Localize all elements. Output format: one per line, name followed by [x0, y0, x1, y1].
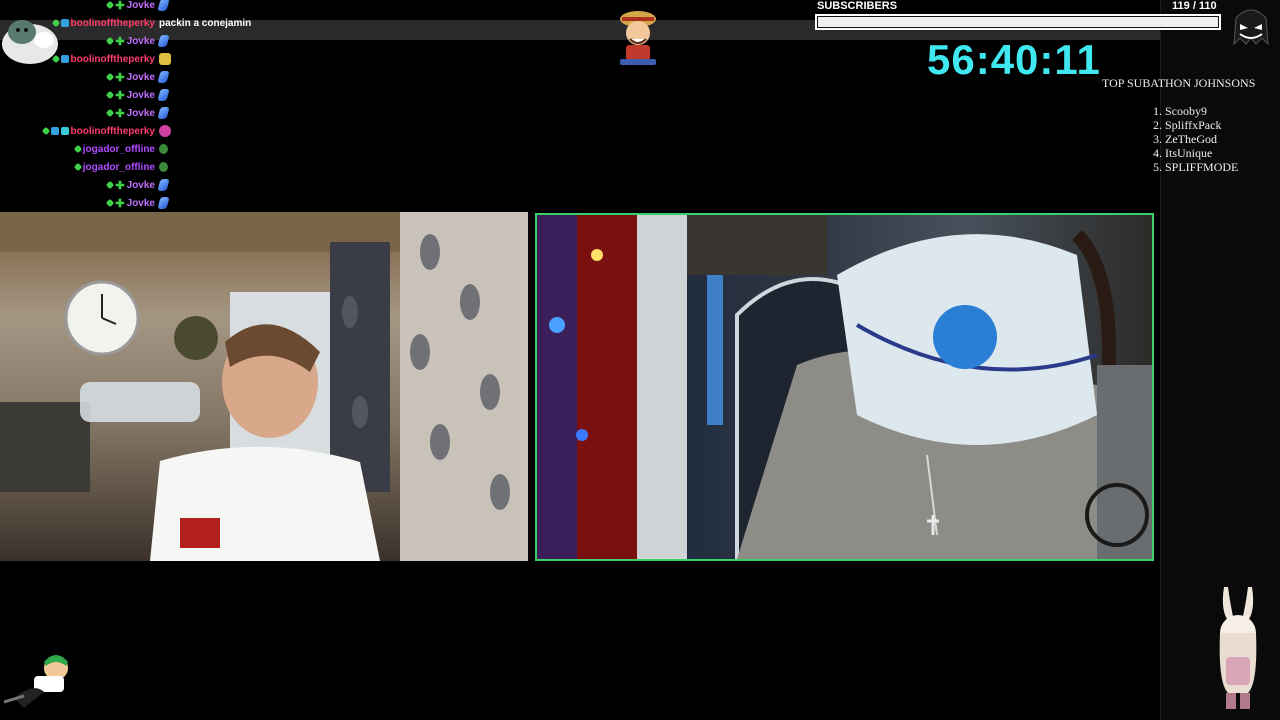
chat-message: jogador_offline [73, 140, 168, 158]
chat-emote-icon [157, 107, 170, 119]
subscribers-current: 119 [1172, 0, 1190, 12]
chat-message: ✚ Jovke [106, 176, 170, 194]
chibi-character-icon [4, 655, 68, 708]
chat-badge-icon [106, 36, 115, 46]
chat-message: ✚ Jovke [106, 68, 170, 86]
ghost-emote-icon [1233, 9, 1269, 46]
chat-badge-icon [106, 180, 115, 190]
chat-message: ✚ Jovke [106, 194, 170, 212]
chat-message: ✚ Jovke [106, 86, 170, 104]
leaderboard-entry: 3. ZeTheGod [1153, 132, 1217, 146]
chat-badge-icon: ✚ [115, 71, 125, 84]
chat-emote-icon [157, 197, 170, 209]
chat-badge-icon [60, 19, 69, 27]
chat-emote-icon [159, 125, 171, 137]
chat-emote-icon [157, 71, 170, 83]
chat-badge-icon: ✚ [115, 0, 125, 12]
chat-emote-icon [159, 162, 168, 172]
leaderboard-entry: 1. Scooby9 [1153, 104, 1207, 118]
chat-badge-icon [106, 90, 115, 100]
chat-emote-icon [157, 35, 170, 47]
leaderboard-entry: 2. SpliffxPack [1153, 118, 1222, 132]
subscribers-progress-fill [818, 17, 1218, 27]
chat-username[interactable]: Jovke [127, 72, 155, 83]
chat-badge-icon [41, 126, 50, 136]
chat-badge-icon: ✚ [115, 35, 125, 48]
subscribers-title: SUBSCRIBERS [817, 0, 898, 12]
chat-message: ✚ Jovke [106, 0, 170, 14]
chat-badge-icon [106, 72, 115, 82]
chat-badge-icon [73, 162, 83, 172]
chat-emote-icon [157, 179, 170, 191]
chat-username[interactable]: boolinofftheperky [71, 126, 155, 137]
chat-panel: ✚ Jovke boolinofftheperky packin a conejami… [0, 0, 260, 215]
chat-message: ✚ Jovke [106, 32, 170, 50]
chat-badge-icon [50, 127, 59, 135]
leaderboard-list: 1. Scooby9 2. SpliffxPack 3. ZeTheGod 4.… [1153, 104, 1238, 174]
chat-message: boolinofftheperky packin a conejamin [51, 14, 252, 32]
bunny-character-icon [1219, 587, 1257, 709]
chat-username[interactable]: Jovke [127, 180, 155, 191]
chat-emote-icon [157, 0, 170, 11]
chat-message-text: packin a conejamin [159, 17, 252, 29]
chat-badge-icon [106, 108, 115, 118]
chat-message: jogador_offline [73, 158, 168, 176]
leaderboard-entry: 4. ItsUnique [1153, 146, 1213, 160]
chat-badge-icon [51, 18, 60, 28]
leaderboard-title: TOP SUBATHON JOHNSONS [1102, 76, 1256, 90]
chat-badge-icon: ✚ [115, 89, 125, 102]
chat-badge-icon [106, 0, 115, 10]
chat-badge-icon: ✚ [115, 197, 125, 210]
webcam-right [535, 213, 1154, 561]
chat-username[interactable]: Jovke [127, 108, 155, 119]
chat-badge-icon [60, 127, 69, 135]
chat-username[interactable]: jogador_offline [83, 162, 155, 173]
chat-message: boolinofftheperky [51, 50, 171, 68]
chat-emote-icon [159, 53, 171, 65]
subscribers-count: 119 / 110 [1172, 0, 1217, 12]
chat-message: ✚ Jovke [106, 104, 170, 122]
chat-badge-icon [60, 55, 69, 63]
chat-badge-icon: ✚ [115, 107, 125, 120]
chat-badge-icon [106, 198, 115, 208]
chat-username[interactable]: boolinofftheperky [71, 18, 155, 29]
subscribers-goal: / 110 [1192, 0, 1217, 12]
chat-badge-icon [51, 54, 60, 64]
chat-badge-icon [73, 144, 83, 154]
webcam-right-scene [537, 215, 1152, 559]
chat-username[interactable]: Jovke [127, 0, 155, 11]
chat-username[interactable]: Jovke [127, 198, 155, 209]
webcam-left-scene [0, 212, 528, 561]
chat-emote-icon [159, 144, 168, 154]
webcam-left [0, 212, 528, 561]
chat-message: boolinofftheperky [41, 122, 171, 140]
chat-badge-icon: ✚ [115, 179, 125, 192]
chat-username[interactable]: boolinofftheperky [71, 54, 155, 65]
chat-username[interactable]: Jovke [127, 90, 155, 101]
pirate-mascot-icon [620, 11, 656, 65]
chat-username[interactable]: Jovke [127, 36, 155, 47]
chat-username[interactable]: jogador_offline [83, 144, 155, 155]
leaderboard-entry: 5. SPLIFFMODE [1153, 160, 1239, 174]
chat-emote-icon [157, 89, 170, 101]
subathon-timer: 56:40:11 [927, 36, 1101, 83]
subscribers-progress-bar [815, 14, 1221, 30]
